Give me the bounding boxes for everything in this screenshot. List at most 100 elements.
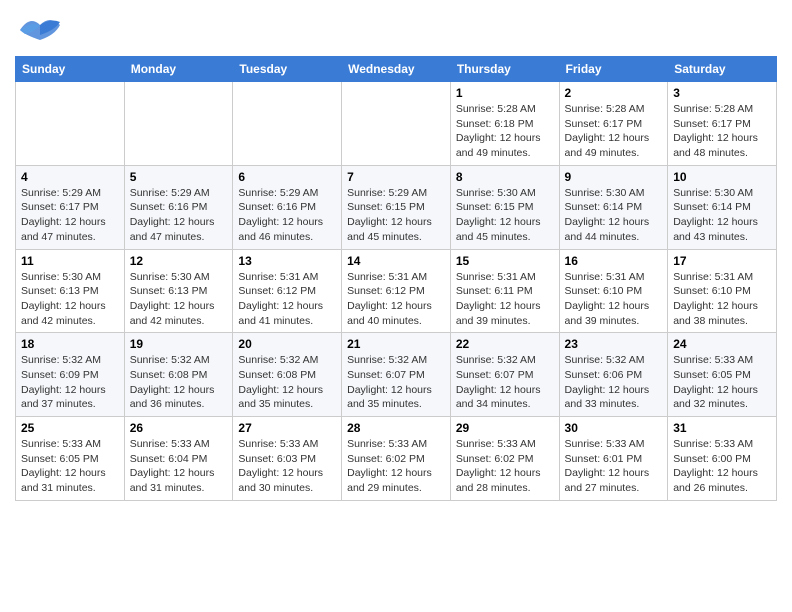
day-number: 7	[347, 170, 445, 184]
day-number: 26	[130, 421, 228, 435]
calendar-cell: 17 Sunrise: 5:31 AM Sunset: 6:10 PM Dayli…	[668, 249, 777, 333]
day-info: Sunrise: 5:33 AM Sunset: 6:02 PM Dayligh…	[347, 437, 445, 496]
day-info: Sunrise: 5:31 AM Sunset: 6:12 PM Dayligh…	[238, 270, 336, 329]
calendar-cell: 16 Sunrise: 5:31 AM Sunset: 6:10 PM Dayli…	[559, 249, 668, 333]
calendar-cell	[342, 82, 451, 166]
day-info: Sunrise: 5:32 AM Sunset: 6:06 PM Dayligh…	[565, 353, 663, 412]
day-number: 19	[130, 337, 228, 351]
day-number: 11	[21, 254, 119, 268]
day-number: 13	[238, 254, 336, 268]
day-info: Sunrise: 5:29 AM Sunset: 6:16 PM Dayligh…	[238, 186, 336, 245]
day-number: 20	[238, 337, 336, 351]
day-number: 10	[673, 170, 771, 184]
calendar-cell: 9 Sunrise: 5:30 AM Sunset: 6:14 PM Daylig…	[559, 165, 668, 249]
calendar-week-row: 11Sunrise: 5:30 AM Sunset: 6:13 PM Dayli…	[16, 249, 777, 333]
calendar-cell: 25Sunrise: 5:33 AM Sunset: 6:05 PM Dayli…	[16, 417, 125, 501]
day-number: 18	[21, 337, 119, 351]
calendar-cell: 4Sunrise: 5:29 AM Sunset: 6:17 PM Daylig…	[16, 165, 125, 249]
day-info: Sunrise: 5:32 AM Sunset: 6:08 PM Dayligh…	[238, 353, 336, 412]
day-info: Sunrise: 5:32 AM Sunset: 6:09 PM Dayligh…	[21, 353, 119, 412]
day-info: Sunrise: 5:28 AM Sunset: 6:18 PM Dayligh…	[456, 102, 554, 161]
calendar-cell: 6 Sunrise: 5:29 AM Sunset: 6:16 PM Daylig…	[233, 165, 342, 249]
calendar-cell: 8 Sunrise: 5:30 AM Sunset: 6:15 PM Daylig…	[450, 165, 559, 249]
day-number: 6	[238, 170, 336, 184]
day-header-tuesday: Tuesday	[233, 57, 342, 82]
calendar-cell: 1 Sunrise: 5:28 AM Sunset: 6:18 PM Daylig…	[450, 82, 559, 166]
day-number: 31	[673, 421, 771, 435]
day-info: Sunrise: 5:33 AM Sunset: 6:01 PM Dayligh…	[565, 437, 663, 496]
calendar-cell: 14 Sunrise: 5:31 AM Sunset: 6:12 PM Dayli…	[342, 249, 451, 333]
calendar-cell: 19 Sunrise: 5:32 AM Sunset: 6:08 PM Dayli…	[124, 333, 233, 417]
calendar-cell: 18 Sunrise: 5:32 AM Sunset: 6:09 PM Dayli…	[16, 333, 125, 417]
calendar-cell: 23 Sunrise: 5:32 AM Sunset: 6:06 PM Dayli…	[559, 333, 668, 417]
day-number: 2	[565, 86, 663, 100]
calendar-cell: 31 Sunrise: 5:33 AM Sunset: 6:00 PM Dayli…	[668, 417, 777, 501]
day-number: 8	[456, 170, 554, 184]
calendar-cell: 3Sunrise: 5:28 AM Sunset: 6:17 PM Daylig…	[668, 82, 777, 166]
day-header-sunday: Sunday	[16, 57, 125, 82]
day-number: 4	[21, 170, 119, 184]
calendar-week-row: 1 Sunrise: 5:28 AM Sunset: 6:18 PM Daylig…	[16, 82, 777, 166]
calendar-cell	[233, 82, 342, 166]
day-info: Sunrise: 5:29 AM Sunset: 6:16 PM Dayligh…	[130, 186, 228, 245]
day-number: 17	[673, 254, 771, 268]
calendar-cell: 12Sunrise: 5:30 AM Sunset: 6:13 PM Dayli…	[124, 249, 233, 333]
calendar-week-row: 25Sunrise: 5:33 AM Sunset: 6:05 PM Dayli…	[16, 417, 777, 501]
day-info: Sunrise: 5:30 AM Sunset: 6:14 PM Dayligh…	[565, 186, 663, 245]
day-number: 14	[347, 254, 445, 268]
day-number: 29	[456, 421, 554, 435]
day-header-wednesday: Wednesday	[342, 57, 451, 82]
day-number: 23	[565, 337, 663, 351]
calendar-cell: 21 Sunrise: 5:32 AM Sunset: 6:07 PM Dayli…	[342, 333, 451, 417]
day-header-monday: Monday	[124, 57, 233, 82]
calendar-week-row: 4Sunrise: 5:29 AM Sunset: 6:17 PM Daylig…	[16, 165, 777, 249]
day-number: 27	[238, 421, 336, 435]
calendar-cell: 13 Sunrise: 5:31 AM Sunset: 6:12 PM Dayli…	[233, 249, 342, 333]
calendar-cell: 22 Sunrise: 5:32 AM Sunset: 6:07 PM Dayli…	[450, 333, 559, 417]
day-info: Sunrise: 5:32 AM Sunset: 6:08 PM Dayligh…	[130, 353, 228, 412]
day-number: 24	[673, 337, 771, 351]
day-header-thursday: Thursday	[450, 57, 559, 82]
day-info: Sunrise: 5:32 AM Sunset: 6:07 PM Dayligh…	[456, 353, 554, 412]
calendar-cell: 26 Sunrise: 5:33 AM Sunset: 6:04 PM Dayli…	[124, 417, 233, 501]
day-number: 25	[21, 421, 119, 435]
day-info: Sunrise: 5:33 AM Sunset: 6:04 PM Dayligh…	[130, 437, 228, 496]
header	[15, 10, 777, 50]
day-info: Sunrise: 5:33 AM Sunset: 6:00 PM Dayligh…	[673, 437, 771, 496]
day-header-saturday: Saturday	[668, 57, 777, 82]
day-number: 30	[565, 421, 663, 435]
day-header-friday: Friday	[559, 57, 668, 82]
day-info: Sunrise: 5:31 AM Sunset: 6:12 PM Dayligh…	[347, 270, 445, 329]
day-info: Sunrise: 5:30 AM Sunset: 6:14 PM Dayligh…	[673, 186, 771, 245]
day-number: 15	[456, 254, 554, 268]
calendar-header-row: SundayMondayTuesdayWednesdayThursdayFrid…	[16, 57, 777, 82]
day-info: Sunrise: 5:33 AM Sunset: 6:03 PM Dayligh…	[238, 437, 336, 496]
day-number: 12	[130, 254, 228, 268]
calendar-cell: 24 Sunrise: 5:33 AM Sunset: 6:05 PM Dayli…	[668, 333, 777, 417]
calendar-cell	[124, 82, 233, 166]
calendar-cell: 10 Sunrise: 5:30 AM Sunset: 6:14 PM Dayli…	[668, 165, 777, 249]
calendar-cell: 7Sunrise: 5:29 AM Sunset: 6:15 PM Daylig…	[342, 165, 451, 249]
day-number: 16	[565, 254, 663, 268]
calendar-cell	[16, 82, 125, 166]
day-number: 21	[347, 337, 445, 351]
day-info: Sunrise: 5:28 AM Sunset: 6:17 PM Dayligh…	[565, 102, 663, 161]
logo-icon	[15, 10, 65, 50]
day-info: Sunrise: 5:31 AM Sunset: 6:10 PM Dayligh…	[673, 270, 771, 329]
calendar-cell: 27 Sunrise: 5:33 AM Sunset: 6:03 PM Dayli…	[233, 417, 342, 501]
calendar-cell: 30 Sunrise: 5:33 AM Sunset: 6:01 PM Dayli…	[559, 417, 668, 501]
day-number: 22	[456, 337, 554, 351]
calendar-cell: 28 Sunrise: 5:33 AM Sunset: 6:02 PM Dayli…	[342, 417, 451, 501]
day-info: Sunrise: 5:31 AM Sunset: 6:10 PM Dayligh…	[565, 270, 663, 329]
calendar-cell: 2 Sunrise: 5:28 AM Sunset: 6:17 PM Daylig…	[559, 82, 668, 166]
calendar-cell: 20 Sunrise: 5:32 AM Sunset: 6:08 PM Dayli…	[233, 333, 342, 417]
day-info: Sunrise: 5:33 AM Sunset: 6:02 PM Dayligh…	[456, 437, 554, 496]
day-info: Sunrise: 5:30 AM Sunset: 6:15 PM Dayligh…	[456, 186, 554, 245]
day-info: Sunrise: 5:33 AM Sunset: 6:05 PM Dayligh…	[673, 353, 771, 412]
day-number: 28	[347, 421, 445, 435]
day-info: Sunrise: 5:32 AM Sunset: 6:07 PM Dayligh…	[347, 353, 445, 412]
day-number: 9	[565, 170, 663, 184]
day-number: 5	[130, 170, 228, 184]
day-number: 1	[456, 86, 554, 100]
day-info: Sunrise: 5:31 AM Sunset: 6:11 PM Dayligh…	[456, 270, 554, 329]
